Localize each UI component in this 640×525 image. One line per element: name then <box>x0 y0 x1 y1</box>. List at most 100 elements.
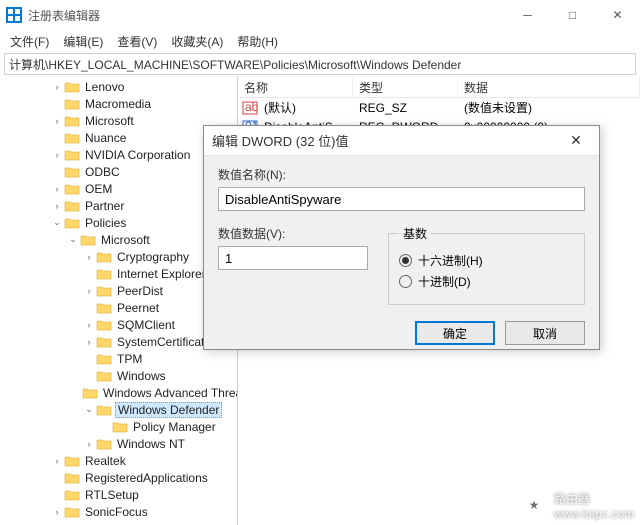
twisty-icon[interactable]: › <box>82 335 96 349</box>
close-button[interactable]: ✕ <box>595 0 640 30</box>
radio-dec[interactable]: 十进制(D) <box>399 273 574 290</box>
value-icon: ab <box>242 100 258 116</box>
tree-label: Windows Defender <box>115 402 222 418</box>
folder-icon <box>64 454 80 468</box>
tree-item[interactable]: ODBC <box>2 163 235 180</box>
tree-item[interactable]: Windows Advanced Threat <box>2 384 235 401</box>
radio-hex[interactable]: 十六进制(H) <box>399 252 574 269</box>
twisty-icon[interactable] <box>50 488 64 502</box>
cell-name: (默认) <box>258 99 353 116</box>
tree-item[interactable]: › SonicFocus <box>2 503 235 520</box>
twisty-icon[interactable]: › <box>82 284 96 298</box>
tree-item[interactable]: ›SystemCertificates <box>2 333 235 350</box>
titlebar: 注册表编辑器 ─ □ ✕ <box>0 0 640 30</box>
maximize-button[interactable]: □ <box>550 0 595 30</box>
folder-icon <box>64 114 80 128</box>
twisty-icon[interactable]: › <box>50 148 64 162</box>
base-fieldset: 基数 十六进制(H) 十进制(D) <box>388 225 585 305</box>
twisty-icon[interactable]: › <box>82 437 96 451</box>
tree-item[interactable]: Policy Manager <box>2 418 235 435</box>
twisty-icon[interactable] <box>50 165 64 179</box>
twisty-icon[interactable] <box>50 97 64 111</box>
tree-item[interactable]: ›Realtek <box>2 452 235 469</box>
folder-icon <box>96 437 112 451</box>
folder-icon <box>64 505 80 519</box>
tree-label: SonicFocus <box>83 505 150 519</box>
tree-item[interactable]: ⌄ Policies <box>2 214 235 231</box>
twisty-icon[interactable]: ⌄ <box>82 403 96 417</box>
twisty-icon[interactable]: ⌄ <box>50 216 64 230</box>
tree-label: Policies <box>83 216 128 230</box>
tree-item[interactable]: TPM <box>2 350 235 367</box>
twisty-icon[interactable] <box>82 267 96 281</box>
col-name[interactable]: 名称 <box>238 76 353 97</box>
folder-icon <box>96 403 112 417</box>
twisty-icon[interactable]: › <box>50 454 64 468</box>
tree-item[interactable]: Internet Explorer <box>2 265 235 282</box>
tree-label: RTLSetup <box>83 488 141 502</box>
twisty-icon[interactable]: › <box>82 318 96 332</box>
menu-file[interactable]: 文件(F) <box>4 31 55 52</box>
menu-edit[interactable]: 编辑(E) <box>57 31 109 52</box>
tree-item[interactable]: Macromedia <box>2 95 235 112</box>
twisty-icon[interactable] <box>82 369 96 383</box>
tree-item[interactable]: ›Cryptography <box>2 248 235 265</box>
col-data[interactable]: 数据 <box>458 76 640 97</box>
tree-item[interactable]: ›NVIDIA Corporation <box>2 146 235 163</box>
edit-dword-dialog: 编辑 DWORD (32 位)值 ✕ 数值名称(N): 数值数据(V): 基数 … <box>203 125 600 350</box>
tree-item[interactable]: › Partner <box>2 197 235 214</box>
tree-item[interactable]: Windows <box>2 367 235 384</box>
folder-icon <box>64 80 80 94</box>
menu-help[interactable]: 帮助(H) <box>231 31 284 52</box>
folder-icon <box>80 233 96 247</box>
tree-label: Partner <box>83 199 126 213</box>
tree-label: PeerDist <box>115 284 165 298</box>
minimize-button[interactable]: ─ <box>505 0 550 30</box>
col-type[interactable]: 类型 <box>353 76 458 97</box>
tree-item[interactable]: ›Microsoft <box>2 112 235 129</box>
radio-hex-button[interactable] <box>399 254 412 267</box>
dialog-close-button[interactable]: ✕ <box>561 132 591 149</box>
twisty-icon[interactable] <box>82 301 96 315</box>
radio-dec-button[interactable] <box>399 275 412 288</box>
tree-item[interactable]: RegisteredApplications <box>2 469 235 486</box>
twisty-icon[interactable] <box>82 352 96 366</box>
twisty-icon[interactable] <box>98 420 112 434</box>
cancel-button[interactable]: 取消 <box>505 321 585 345</box>
tree-item[interactable]: ⌄ Windows Defender <box>2 401 235 418</box>
folder-icon <box>64 97 80 111</box>
tree-item[interactable]: ⌄Microsoft <box>2 231 235 248</box>
menu-view[interactable]: 查看(V) <box>111 31 163 52</box>
value-data-input[interactable] <box>218 246 368 270</box>
tree-item[interactable]: ›SQMClient <box>2 316 235 333</box>
tree-item[interactable]: Nuance <box>2 129 235 146</box>
tree-item[interactable]: ›Windows NT <box>2 435 235 452</box>
twisty-icon[interactable]: › <box>50 80 64 94</box>
twisty-icon[interactable]: › <box>82 250 96 264</box>
value-name-input[interactable] <box>218 187 585 211</box>
dialog-title: 编辑 DWORD (32 位)值 <box>212 131 561 150</box>
tree-label: Windows Advanced Threat <box>101 386 238 400</box>
tree-item[interactable]: ›OEM <box>2 180 235 197</box>
ok-button[interactable]: 确定 <box>415 321 495 345</box>
tree-item[interactable]: Peernet <box>2 299 235 316</box>
folder-icon <box>96 301 112 315</box>
address-bar[interactable]: 计算机\HKEY_LOCAL_MACHINE\SOFTWARE\Policies… <box>4 53 636 75</box>
list-row[interactable]: ab(默认)REG_SZ(数值未设置) <box>238 98 640 117</box>
twisty-icon[interactable]: › <box>50 114 64 128</box>
twisty-icon[interactable] <box>50 131 64 145</box>
menu-favorites[interactable]: 收藏夹(A) <box>165 31 229 52</box>
folder-icon <box>96 369 112 383</box>
tree-item[interactable]: ›Lenovo <box>2 78 235 95</box>
twisty-icon[interactable]: › <box>50 199 64 213</box>
folder-icon <box>96 352 112 366</box>
tree-item[interactable]: RTLSetup <box>2 486 235 503</box>
twisty-icon[interactable]: › <box>50 182 64 196</box>
folder-icon <box>64 216 80 230</box>
twisty-icon[interactable]: › <box>50 505 64 519</box>
folder-icon <box>112 420 128 434</box>
tree-item[interactable]: › PeerDist <box>2 282 235 299</box>
twisty-icon[interactable]: ⌄ <box>66 233 80 247</box>
twisty-icon[interactable] <box>50 471 64 485</box>
folder-icon <box>64 199 80 213</box>
